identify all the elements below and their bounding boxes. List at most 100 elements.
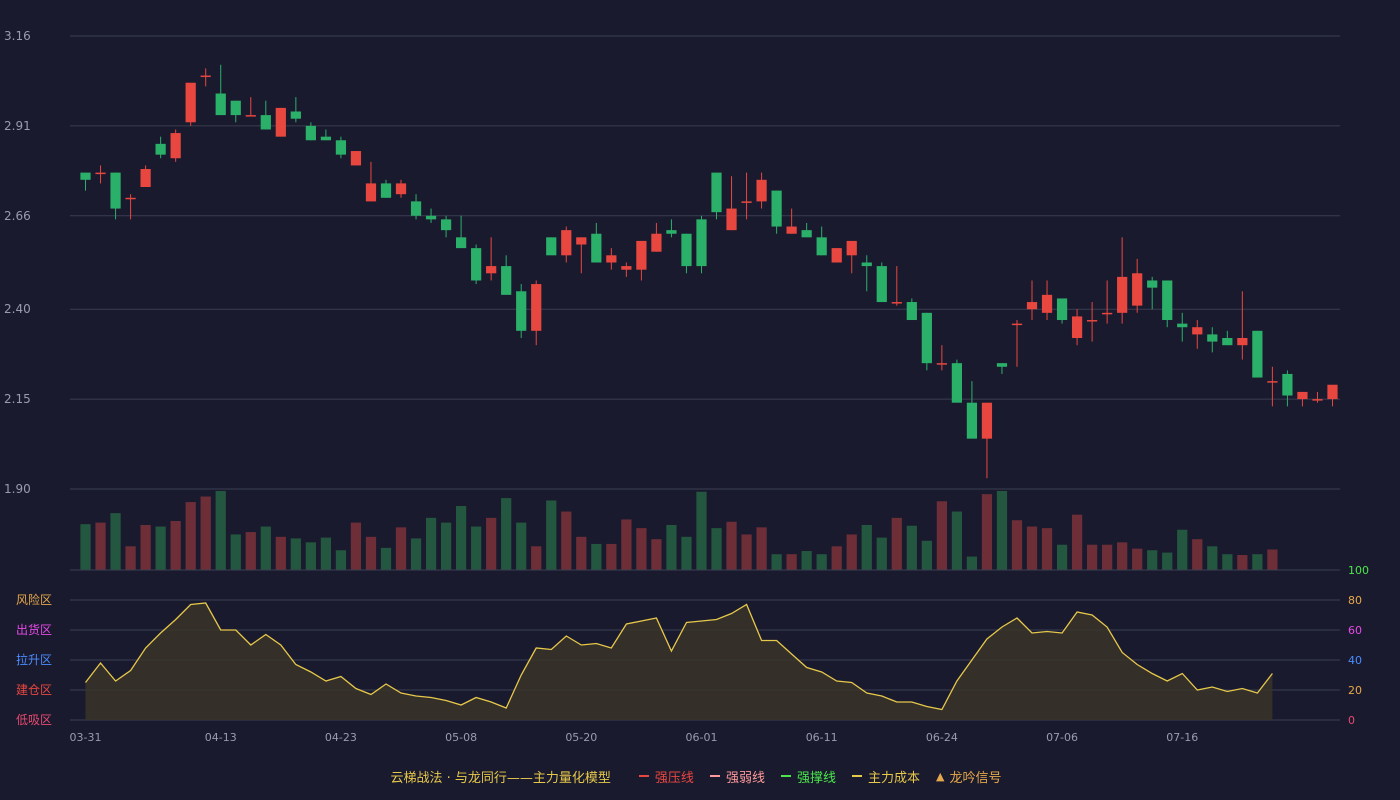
- legend-item-main-cost[interactable]: 主力成本: [851, 767, 920, 786]
- volume-axis-label: 100: [1348, 564, 1369, 577]
- candlestick: [1327, 384, 1338, 407]
- candle-body: [275, 107, 286, 137]
- candlestick: [455, 215, 467, 249]
- candle-body: [486, 266, 497, 274]
- volume-bar: [771, 554, 782, 570]
- volume-bar: [876, 537, 887, 570]
- candlestick: [305, 122, 316, 141]
- legend-item-strong-resistance[interactable]: 强压线: [638, 767, 694, 786]
- candlestick: [1312, 391, 1323, 403]
- legend-title: 云梯战法 · 与龙同行——主力量化模型: [390, 770, 611, 786]
- candle-body: [125, 197, 136, 200]
- candlestick: [215, 64, 226, 116]
- candle-body: [1312, 399, 1323, 401]
- legend-label: 强压线: [654, 770, 694, 786]
- candle-body: [606, 255, 617, 263]
- date-axis-label: 03-31: [70, 731, 102, 744]
- candle-body: [906, 302, 917, 321]
- volume-bar: [1056, 544, 1068, 570]
- candle-body: [1222, 338, 1233, 346]
- legend-mark: [638, 775, 649, 777]
- legend-label: 强撑线: [796, 770, 836, 786]
- candle-body: [696, 219, 707, 267]
- candle-body: [110, 172, 121, 209]
- candle-body: [200, 75, 211, 78]
- volume-bar: [741, 534, 752, 570]
- price-axis-label: 2.66: [4, 209, 31, 223]
- candle-body: [1252, 330, 1263, 378]
- candle-body: [516, 291, 527, 331]
- candlestick: [891, 266, 902, 306]
- legend-item-dragon-signal[interactable]: ▲ 龙吟信号: [936, 767, 1001, 786]
- candle-body: [80, 172, 91, 180]
- volume-bar: [531, 546, 542, 570]
- zone-label: 拉升区: [16, 652, 52, 667]
- volume-bar: [711, 528, 722, 570]
- date-axis-label: 04-13: [205, 731, 237, 744]
- volume-bar: [576, 536, 587, 570]
- candle-body: [1147, 280, 1158, 288]
- candlestick: [395, 179, 407, 198]
- candle-body: [290, 111, 301, 119]
- zone-label: 建仓区: [16, 683, 52, 697]
- candlestick: [1222, 330, 1233, 346]
- volume-bar: [1267, 549, 1278, 570]
- candle-body: [1327, 384, 1338, 400]
- volume-bar: [1132, 548, 1143, 570]
- candlestick: [996, 363, 1008, 374]
- candle-body: [861, 262, 872, 267]
- oscillator-axis-label: 40: [1348, 654, 1362, 667]
- date-axis-label: 07-16: [1166, 731, 1198, 744]
- candlestick: [1086, 302, 1098, 342]
- candle-body: [1267, 381, 1278, 383]
- candlestick: [516, 284, 527, 338]
- candlestick: [1282, 370, 1293, 407]
- volume-bar: [185, 502, 196, 570]
- candlestick: [335, 136, 347, 159]
- candle-body: [726, 208, 737, 231]
- candlestick: [1207, 327, 1218, 353]
- candlestick: [756, 172, 767, 209]
- volume-bar: [591, 543, 602, 570]
- price-axis-label: 1.90: [4, 482, 31, 496]
- volume-bar: [471, 526, 482, 570]
- candlestick: [1056, 298, 1068, 324]
- volume-bar: [981, 494, 993, 570]
- candle-body: [1237, 338, 1248, 346]
- legend-item-strength-line[interactable]: 强弱线: [709, 767, 765, 786]
- candle-body: [395, 183, 407, 195]
- volume-bar: [966, 556, 978, 570]
- candlestick: [921, 312, 932, 371]
- candlestick: [531, 280, 542, 346]
- volume-bar: [380, 547, 392, 570]
- candle-body: [1162, 280, 1173, 321]
- volume-bar: [696, 491, 707, 570]
- candle-body: [140, 169, 151, 187]
- candle-body: [681, 233, 692, 267]
- volume-bar: [1086, 544, 1098, 570]
- candle-body: [636, 240, 647, 270]
- candlestick: [621, 262, 632, 277]
- oscillator-axis-label: 60: [1348, 624, 1362, 637]
- candlestick: [1177, 312, 1188, 342]
- candle-body: [170, 133, 181, 159]
- candlestick: [831, 248, 842, 263]
- candlestick: [546, 237, 557, 256]
- candlestick: [696, 215, 707, 274]
- volume-bar: [651, 539, 662, 570]
- volume-bar: [170, 521, 181, 570]
- legend-mark: [709, 775, 720, 777]
- candle-body: [245, 115, 256, 117]
- volume-bar: [1192, 539, 1203, 570]
- volume-bar: [906, 525, 917, 570]
- zone-label: 出货区: [16, 622, 52, 637]
- volume-bar: [1026, 526, 1038, 570]
- legend-item-strong-support[interactable]: 强撑线: [780, 767, 836, 786]
- candlestick: [741, 172, 752, 220]
- candle-body: [621, 266, 632, 270]
- candle-body: [350, 151, 362, 166]
- candlestick: [230, 100, 241, 123]
- candlestick: [576, 237, 587, 274]
- volume-bar: [110, 513, 121, 570]
- volume-bar: [200, 496, 211, 570]
